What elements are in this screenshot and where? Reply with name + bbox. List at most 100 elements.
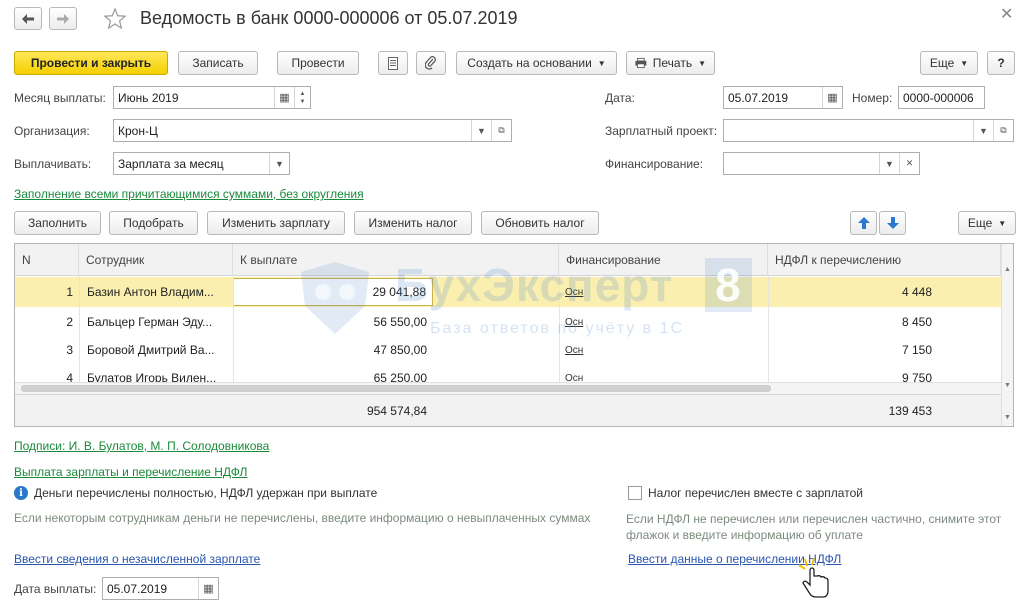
number-value: 0000-000006	[903, 90, 974, 105]
column-tax[interactable]: НДФЛ к перечислению	[768, 244, 1001, 276]
financing-field[interactable]: ▼ ✕	[723, 152, 920, 175]
salary-project-label: Зарплатный проект:	[605, 124, 718, 138]
attach-button[interactable]	[416, 51, 446, 75]
create-based-button[interactable]: Создать на основании ▼	[456, 51, 617, 75]
month-value: Июнь 2019	[118, 90, 179, 105]
total-tax: 139 453	[888, 404, 932, 418]
table-more-button[interactable]: Еще ▼	[958, 211, 1016, 235]
help-button[interactable]: ?	[987, 51, 1015, 75]
financing-label: Финансирование:	[605, 157, 704, 171]
dropdown-arrow-icon: ▼	[698, 58, 706, 68]
open-icon[interactable]: ⧉	[993, 120, 1013, 141]
select-button[interactable]: Подобрать	[109, 211, 198, 235]
dropdown-arrow-icon: ▼	[998, 218, 1007, 228]
create-based-label: Создать на основании	[467, 56, 592, 70]
fill-button[interactable]: Заполнить	[14, 211, 101, 235]
row-tax: 7 150	[901, 343, 932, 357]
dropdown-arrow-icon[interactable]: ▼	[471, 120, 491, 141]
horizontal-scrollbar[interactable]	[15, 382, 1001, 394]
payment-date-value: 05.07.2019	[107, 581, 168, 596]
salary-project-field[interactable]: ▼ ⧉	[723, 119, 1014, 142]
pay-label: Выплачивать:	[14, 157, 92, 171]
window-title: Ведомость в банк 0000-000006 от 05.07.20…	[140, 8, 518, 28]
row-financing: Осн	[565, 344, 584, 356]
back-button[interactable]	[14, 7, 42, 30]
scroll-up-icon[interactable]: ▲	[1004, 266, 1011, 273]
star-icon[interactable]	[104, 8, 126, 29]
report-button[interactable]	[378, 51, 408, 75]
change-salary-button[interactable]: Изменить зарплату	[207, 211, 345, 235]
paperclip-icon	[425, 56, 436, 70]
row-amount: 47 850,00	[373, 343, 427, 357]
enter-unpaid-link[interactable]: Ввести сведения о незачисленной зарплате	[14, 552, 260, 566]
tax-checkbox-label[interactable]: Налог перечислен вместе с зарплатой	[648, 486, 863, 500]
payment-status-text: Деньги перечислены полностью, НДФЛ удерж…	[34, 486, 378, 500]
calendar-icon[interactable]: ▦	[274, 87, 294, 108]
scroll-down-icon[interactable]: ▼	[1004, 382, 1011, 389]
clear-icon[interactable]: ✕	[899, 153, 919, 174]
watermark-number: 8	[705, 258, 752, 312]
table-row[interactable]: 3 Боровой Дмитрий Ва... 47 850,00 Осн 7 …	[15, 335, 1001, 365]
number-label: Номер:	[852, 91, 893, 105]
more-label: Еще	[929, 56, 955, 70]
table-more-label: Еще	[967, 216, 993, 230]
row-employee: Боровой Дмитрий Ва...	[87, 343, 215, 357]
number-field[interactable]: 0000-000006	[898, 86, 985, 109]
row-employee: Базин Антон Владим...	[87, 285, 214, 299]
column-n[interactable]: N	[15, 244, 79, 276]
dropdown-arrow-icon[interactable]: ▼	[973, 120, 993, 141]
post-and-close-button[interactable]: Провести и закрыть	[14, 51, 168, 75]
printer-icon	[635, 57, 647, 69]
arrow-down-icon	[886, 217, 899, 229]
watermark-main: БухЭксперт	[395, 259, 674, 311]
dropdown-arrow-icon: ▼	[960, 58, 969, 68]
pay-field[interactable]: Зарплата за месяц ▼	[113, 152, 290, 175]
row-employee: Бальцер Герман Эду...	[87, 315, 213, 329]
table-footer: 954 574,84 139 453	[15, 394, 1001, 426]
org-field[interactable]: Крон-Ц ▼ ⧉	[113, 119, 512, 142]
total-amount: 954 574,84	[366, 404, 427, 418]
hint-unpaid: Если некоторым сотрудникам деньги не пер…	[14, 511, 591, 525]
payment-date-field[interactable]: 05.07.2019 ▦	[102, 577, 219, 600]
scroll-down-icon[interactable]: ▼	[1004, 414, 1011, 421]
open-icon[interactable]: ⧉	[491, 120, 511, 141]
month-field[interactable]: Июнь 2019 ▦ ▲ ▼	[113, 86, 311, 109]
document-icon	[388, 56, 398, 70]
row-number: 1	[66, 285, 73, 299]
watermark-text: БухЭксперт 8	[395, 258, 752, 312]
hint-tax: Если НДФЛ не перечислен или перечислен ч…	[626, 512, 1002, 542]
watermark-subtitle: База ответов по учёту в 1С	[430, 320, 685, 337]
more-button[interactable]: Еще ▼	[920, 51, 978, 75]
arrow-left-icon	[22, 13, 34, 24]
change-tax-button[interactable]: Изменить налог	[354, 211, 472, 235]
column-employee[interactable]: Сотрудник	[79, 244, 233, 276]
stepper-icon[interactable]: ▲ ▼	[294, 87, 310, 108]
calendar-icon[interactable]: ▦	[822, 87, 842, 108]
payment-section-link[interactable]: Выплата зарплаты и перечисление НДФЛ	[14, 465, 247, 479]
tax-checkbox[interactable]	[628, 486, 642, 500]
hand-cursor-icon	[798, 557, 829, 598]
date-field[interactable]: 05.07.2019 ▦	[723, 86, 843, 109]
org-label: Организация:	[14, 124, 90, 138]
signatures-link[interactable]: Подписи: И. В. Булатов, М. П. Солодовник…	[14, 439, 269, 453]
print-button[interactable]: Печать ▼	[626, 51, 715, 75]
calendar-icon[interactable]: ▦	[198, 578, 218, 599]
row-tax: 8 450	[901, 315, 932, 329]
fill-mode-link[interactable]: Заполнение всеми причитающимися суммами,…	[14, 187, 364, 201]
post-button[interactable]: Провести	[277, 51, 359, 75]
move-down-button[interactable]	[879, 211, 906, 235]
arrow-right-icon	[57, 13, 69, 24]
forward-button[interactable]	[49, 7, 77, 30]
date-label: Дата:	[605, 91, 635, 105]
update-tax-button[interactable]: Обновить налог	[481, 211, 599, 235]
save-button[interactable]: Записать	[178, 51, 258, 75]
vertical-scrollbar[interactable]: ▲ ▼ ▼	[1001, 244, 1013, 426]
owl-logo-icon	[301, 262, 369, 334]
dropdown-arrow-icon: ▼	[597, 58, 606, 68]
dropdown-arrow-icon[interactable]: ▼	[879, 153, 899, 174]
close-icon[interactable]: ✕	[1000, 4, 1013, 24]
dropdown-arrow-icon[interactable]: ▼	[269, 153, 289, 174]
scrollbar-thumb[interactable]	[21, 385, 771, 392]
payment-date-label: Дата выплаты:	[14, 582, 97, 596]
move-up-button[interactable]	[850, 211, 877, 235]
